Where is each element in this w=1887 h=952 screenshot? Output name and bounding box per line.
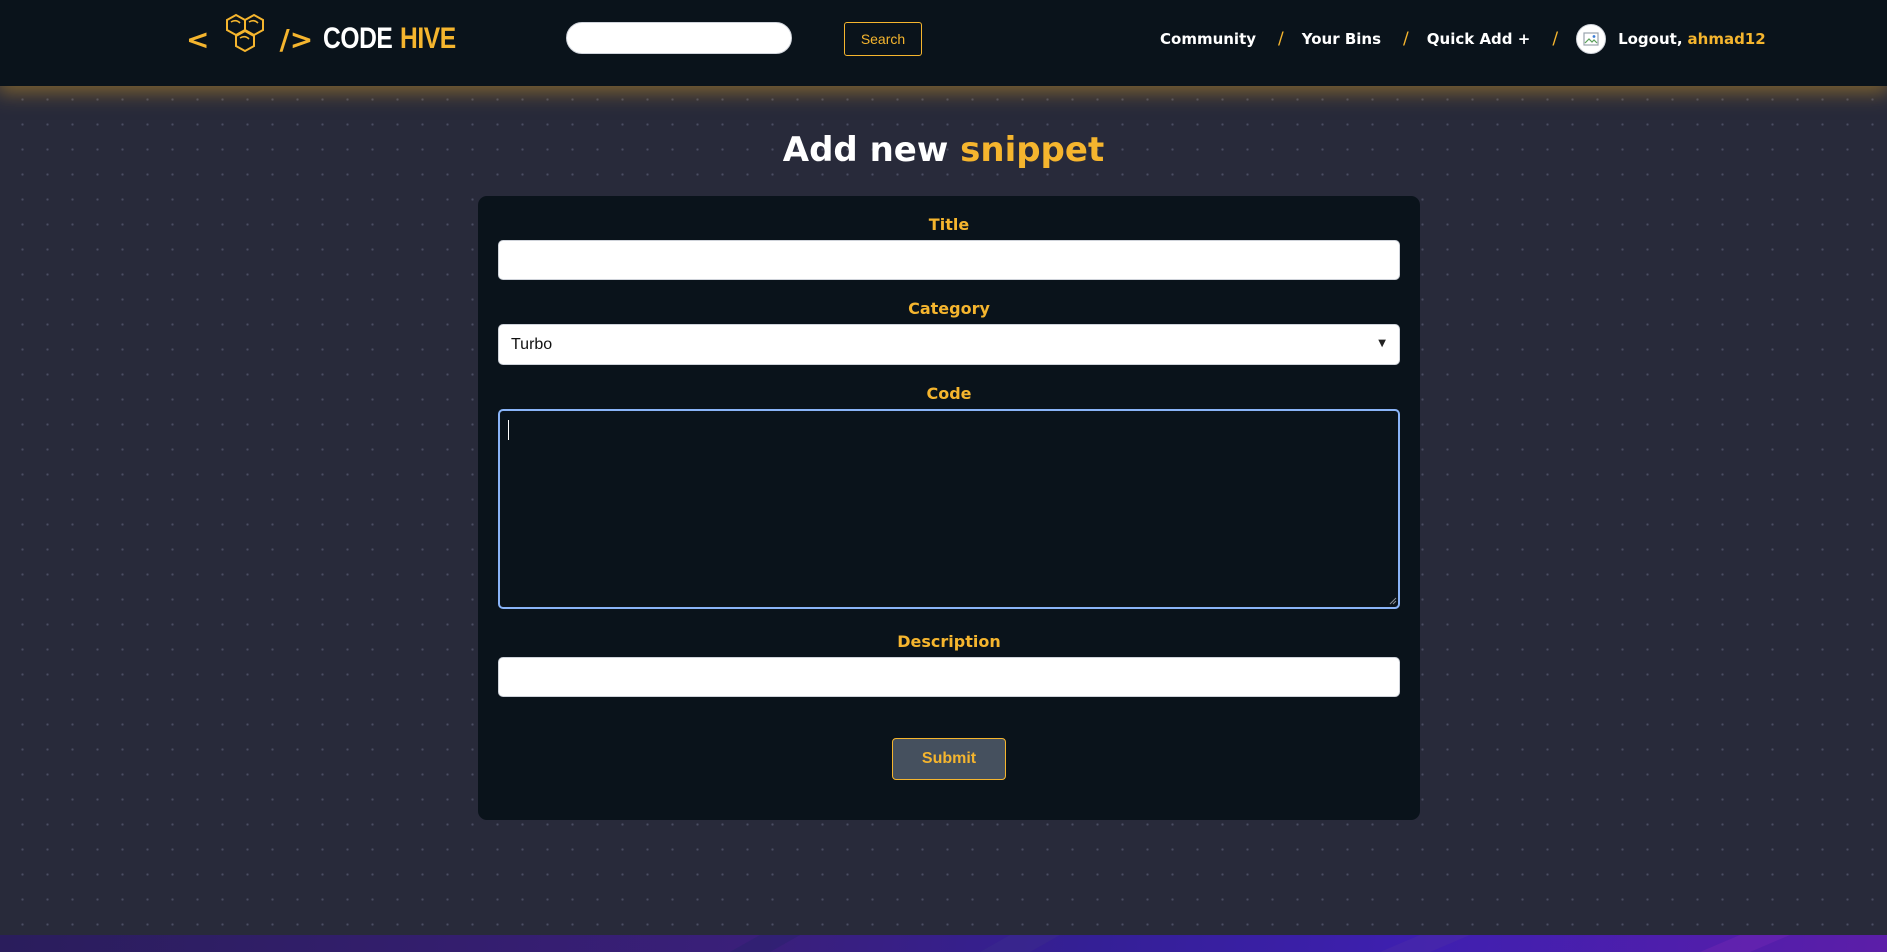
logo-word-hive: HIVE bbox=[399, 22, 456, 55]
category-select[interactable]: Turbo bbox=[498, 324, 1400, 365]
title-input[interactable] bbox=[498, 240, 1400, 280]
submit-button[interactable]: Submit bbox=[892, 738, 1006, 780]
user-avatar-icon[interactable] bbox=[1576, 24, 1607, 54]
username-link[interactable]: ahmad12 bbox=[1688, 30, 1766, 48]
code-label: Code bbox=[926, 384, 972, 403]
chevron-down-icon: ▼ bbox=[1378, 338, 1386, 349]
footer-decoration bbox=[730, 935, 1790, 952]
top-navbar: < /> CODE HIVE Search Community / Your B… bbox=[0, 0, 1887, 86]
page-title-main: Add new bbox=[782, 130, 949, 170]
logo-close-bracket: /> bbox=[279, 22, 314, 56]
hexagon-cluster-icon bbox=[226, 13, 265, 53]
broken-image-icon bbox=[1583, 32, 1599, 46]
logo-open-bracket: < bbox=[186, 22, 210, 56]
search-button[interactable]: Search bbox=[844, 22, 922, 56]
nav-link-quick-add[interactable]: Quick Add + bbox=[1427, 30, 1531, 48]
description-input[interactable] bbox=[498, 657, 1400, 697]
logout-link[interactable]: Logout, bbox=[1618, 30, 1682, 48]
nav-separator: / bbox=[1552, 29, 1559, 49]
page-title: Add new snippet bbox=[0, 130, 1887, 170]
search-input[interactable] bbox=[566, 22, 792, 54]
resize-grip-icon[interactable] bbox=[1388, 596, 1397, 605]
logo-word-code: CODE bbox=[323, 22, 393, 55]
add-snippet-form: Title Category Turbo ▼ Code Description … bbox=[478, 196, 1420, 820]
nav-link-your-bins[interactable]: Your Bins bbox=[1302, 30, 1381, 48]
category-select-wrap: Turbo ▼ bbox=[498, 324, 1400, 365]
main-nav: Community / Your Bins / Quick Add + / Lo… bbox=[1160, 24, 1766, 54]
site-logo[interactable]: < /> CODE HIVE bbox=[186, 13, 468, 64]
category-label: Category bbox=[908, 299, 990, 318]
title-label: Title bbox=[928, 215, 970, 234]
description-label: Description bbox=[897, 632, 1001, 651]
nav-separator: / bbox=[1278, 29, 1284, 49]
text-caret bbox=[508, 420, 509, 440]
code-textarea[interactable] bbox=[498, 409, 1400, 609]
nav-link-community[interactable]: Community bbox=[1160, 30, 1256, 48]
nav-separator: / bbox=[1403, 29, 1409, 49]
page-title-accent: snippet bbox=[960, 130, 1105, 170]
